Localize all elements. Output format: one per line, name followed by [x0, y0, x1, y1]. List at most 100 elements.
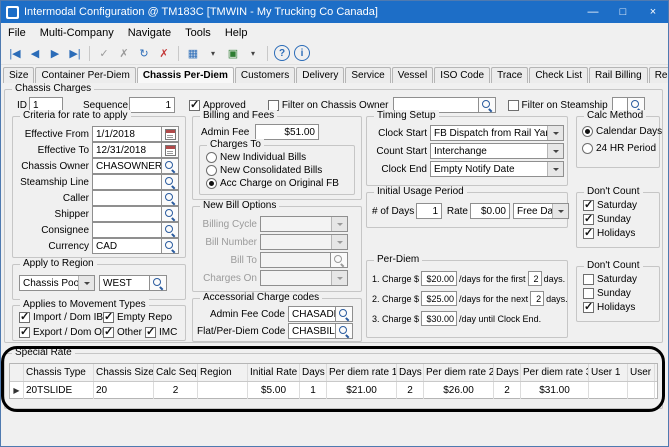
tab-rail-billing[interactable]: Rail Billing	[589, 67, 648, 83]
tab-vessel[interactable]: Vessel	[392, 67, 433, 83]
grid-view-caret-icon[interactable]: ▾	[203, 44, 223, 62]
chevron-down-icon[interactable]	[552, 204, 568, 218]
per-diem-rate-1-field[interactable]: $20.00	[421, 271, 457, 286]
tab-size[interactable]: Size	[3, 67, 34, 83]
flat-per-diem-code-lookup-button[interactable]	[336, 323, 353, 339]
export-dom-ob-checkbox[interactable]	[19, 327, 30, 338]
tab-check-list[interactable]: Check List	[529, 67, 588, 83]
chevron-down-icon[interactable]	[547, 144, 563, 158]
tab-customers[interactable]: Customers	[235, 67, 295, 83]
chassis-owner-field[interactable]: CHASOWNER	[92, 158, 162, 174]
chevron-down-icon[interactable]	[78, 276, 94, 290]
minimize-button[interactable]: —	[578, 1, 608, 23]
grid-view-icon[interactable]: ▦	[183, 44, 203, 62]
calendar-days-radio[interactable]	[582, 126, 593, 137]
effective-from-field[interactable]: 1/1/2018	[92, 126, 162, 142]
grid-cell-days-2[interactable]: 2	[397, 382, 424, 399]
row-selector-icon[interactable]: ▶	[10, 382, 24, 399]
acc-charge-original-fb-radio[interactable]	[206, 178, 217, 189]
dc2-saturday-checkbox[interactable]	[583, 274, 594, 285]
grid-cell-days-3[interactable]: 2	[494, 382, 521, 399]
chevron-down-icon[interactable]	[547, 126, 563, 140]
caller-lookup-button[interactable]	[162, 190, 179, 206]
steamship-line-field[interactable]	[92, 174, 162, 190]
per-diem-days-1-field[interactable]: 2	[528, 271, 542, 286]
menu-help[interactable]: Help	[218, 25, 255, 41]
tab-service[interactable]: Service	[345, 67, 390, 83]
tab-region[interactable]: Region	[649, 67, 669, 83]
grid-cell-per-diem-rate-1[interactable]: $21.00	[327, 382, 397, 399]
region-type-combo[interactable]: Chassis Pool	[19, 275, 95, 291]
dc1-holidays-checkbox[interactable]	[583, 228, 594, 239]
export-icon[interactable]: ▣	[223, 44, 243, 62]
first-record-icon[interactable]: |◀	[5, 44, 25, 62]
grid-cell-initial-rate[interactable]: $5.00	[248, 382, 300, 399]
last-record-icon[interactable]: ▶|	[65, 44, 85, 62]
import-dom-ib-checkbox[interactable]	[19, 312, 30, 323]
effective-to-field[interactable]: 12/31/2018	[92, 142, 162, 158]
consignee-lookup-button[interactable]	[162, 222, 179, 238]
refresh-icon[interactable]: ↻	[134, 44, 154, 62]
tab-container-per-diem[interactable]: Container Per-Diem	[35, 67, 135, 83]
grid-cell-user-1[interactable]	[589, 382, 628, 399]
sequence-field[interactable]: 1	[129, 97, 175, 113]
flat-per-diem-code-field[interactable]: CHASBILL	[288, 323, 336, 339]
per-diem-rate-2-field[interactable]: $25.00	[421, 291, 457, 306]
tab-iso-code[interactable]: ISO Code	[434, 67, 490, 83]
cancel-icon[interactable]: ✗	[114, 44, 134, 62]
menu-navigate[interactable]: Navigate	[121, 25, 178, 41]
clock-end-combo[interactable]: Empty Notify Date	[430, 161, 564, 177]
other-checkbox[interactable]	[103, 327, 114, 338]
admin-fee-field[interactable]: $51.00	[255, 124, 319, 140]
grid-cell-days-1[interactable]: 1	[300, 382, 327, 399]
accept-icon[interactable]: ✓	[94, 44, 114, 62]
empty-repo-checkbox[interactable]	[103, 312, 114, 323]
tab-delivery[interactable]: Delivery	[296, 67, 344, 83]
delete-icon[interactable]: ✗	[154, 44, 174, 62]
next-record-icon[interactable]: ▶	[45, 44, 65, 62]
grid-cell-user-2[interactable]	[628, 382, 655, 399]
chevron-down-icon[interactable]	[547, 162, 563, 176]
admin-fee-code-lookup-button[interactable]	[336, 306, 353, 322]
dc2-sunday-checkbox[interactable]	[583, 288, 594, 299]
count-start-combo[interactable]: Interchange	[430, 143, 564, 159]
region-field[interactable]: WEST	[99, 275, 150, 291]
info-icon[interactable]: i	[294, 45, 310, 61]
caller-field[interactable]	[92, 190, 162, 206]
dc2-holidays-checkbox[interactable]	[583, 302, 594, 313]
dc1-sunday-checkbox[interactable]	[583, 214, 594, 225]
effective-to-calendar-button[interactable]	[162, 142, 179, 158]
menu-file[interactable]: File	[1, 25, 33, 41]
grid-cell-chassis-size[interactable]: 20	[94, 382, 154, 399]
filter-steamship-checkbox[interactable]	[508, 100, 519, 111]
menu-multi-company[interactable]: Multi-Company	[33, 25, 121, 41]
24hr-period-radio[interactable]	[582, 143, 593, 154]
effective-from-calendar-button[interactable]	[162, 126, 179, 142]
menu-tools[interactable]: Tools	[178, 25, 218, 41]
export-caret-icon[interactable]: ▾	[243, 44, 263, 62]
new-individual-bills-radio[interactable]	[206, 152, 217, 163]
num-days-field[interactable]: 1	[416, 203, 442, 219]
help-icon[interactable]: ?	[274, 45, 290, 61]
chassis-owner-lookup-button[interactable]	[162, 158, 179, 174]
consignee-field[interactable]	[92, 222, 162, 238]
approved-checkbox[interactable]	[189, 100, 200, 111]
tab-trace[interactable]: Trace	[491, 67, 528, 83]
shipper-lookup-button[interactable]	[162, 206, 179, 222]
grid-data-row[interactable]: ▶ 20TSLIDE 20 2 $5.00 1 $21.00 2 $26.00 …	[10, 382, 657, 399]
grid-cell-calc-seq[interactable]: 2	[154, 382, 198, 399]
currency-field[interactable]: CAD	[92, 238, 162, 254]
grid-cell-per-diem-rate-3[interactable]: $31.00	[521, 382, 589, 399]
shipper-field[interactable]	[92, 206, 162, 222]
currency-lookup-button[interactable]	[162, 238, 179, 254]
grid-cell-chassis-type[interactable]: 20TSLIDE	[24, 382, 94, 399]
filter-chassis-owner-lookup-button[interactable]	[479, 97, 496, 113]
steamship-line-lookup-button[interactable]	[162, 174, 179, 190]
dc1-saturday-checkbox[interactable]	[583, 200, 594, 211]
per-diem-days-2-field[interactable]: 2	[530, 291, 544, 306]
close-button[interactable]: ×	[638, 1, 668, 23]
admin-fee-code-field[interactable]: CHASADM	[288, 306, 336, 322]
new-consolidated-bills-radio[interactable]	[206, 165, 217, 176]
maximize-button[interactable]: □	[608, 1, 638, 23]
grid-cell-region[interactable]	[198, 382, 248, 399]
